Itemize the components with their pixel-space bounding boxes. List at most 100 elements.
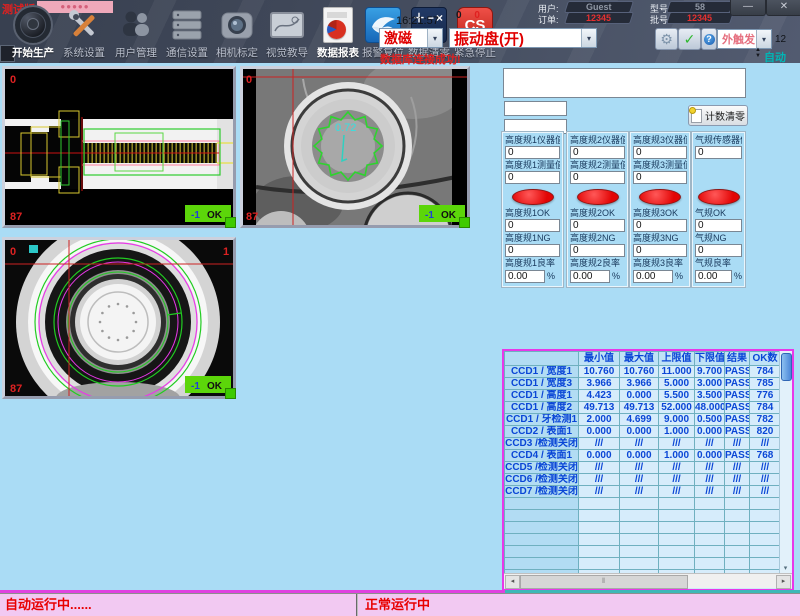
chevron-down-icon[interactable]: ▾ [756,30,771,48]
vibration-combo[interactable]: 振动盘(开) ▾ [449,28,597,48]
table-row[interactable]: CCD1 / 牙检测12.0004.6999.0000.500PASS782 [505,414,781,426]
count-clear-button[interactable]: 计数清零 [688,105,748,126]
toolbar-item-user-management[interactable]: 用户管理 [112,5,160,60]
chevron-down-icon[interactable]: ▾ [427,29,442,47]
status-lamp-red [698,189,740,205]
table-row[interactable]: CCD1 / 宽度33.9663.9665.0003.000PASS785 [505,378,781,390]
camera-view-3[interactable]: 0 1 87 -1 OK [2,237,236,399]
cam2-result-num: -1 [425,210,434,221]
table-cell: 1.000 [659,450,695,462]
gauge-yield-value[interactable]: 0.00 [633,270,673,283]
table-cell [750,510,781,522]
table-row-label [505,510,579,522]
table-cell: /// [620,438,659,450]
gauge-instrument-value[interactable]: 0 [505,146,560,159]
toolbar-item-comm-settings[interactable]: 通信设置 [163,5,211,60]
toolbar-item-data-report[interactable]: 数据报表 [314,5,362,60]
server-icon [163,5,211,45]
vertical-scrollbar[interactable]: ▾ [779,351,792,573]
auto-spinner[interactable]: ▲▼ [755,47,761,59]
table-row[interactable]: CCD1 / 高度249.71349.71352.00048.000PASS78… [505,402,781,414]
minimize-button[interactable]: — [730,0,766,16]
camera-view-2[interactable]: 0.72 0 87 -1 OK [240,66,470,228]
scroll-left-icon[interactable]: ◂ [505,575,520,589]
table-cell [620,522,659,534]
gauge-ng-count[interactable]: 0 [570,244,625,257]
table-row[interactable]: CCD1 / 高度14.4230.0005.5003.500PASS776 [505,390,781,402]
gauge-ng-count[interactable]: 0 [505,244,560,257]
toolbar-item-label: 相机标定 [213,45,261,60]
table-row-label: CCD2 / 表面1 [505,426,579,438]
column-header-upper-limit[interactable]: 上限值 [659,352,695,366]
table-cell: 2.000 [579,414,620,426]
gauge-yield-value[interactable]: 0.00 [570,270,610,283]
resize-handle[interactable] [459,217,470,228]
column-header-ok-count[interactable]: OK数 [750,352,781,366]
gauge-yield-value[interactable]: 0.00 [505,270,545,283]
toolbar-item-vision-teaching[interactable]: 视觉教导 [263,5,311,60]
gauge-measure-value[interactable]: 0 [633,171,687,184]
close-button[interactable]: ✕ [766,0,800,16]
toolbar-item-camera-calibration[interactable]: 相机标定 [213,5,261,60]
gauge-measure-value[interactable]: 0 [505,171,560,184]
gauge-ng-count[interactable]: 0 [633,244,687,257]
resize-handle[interactable] [225,388,236,399]
toolbar-item-system-settings[interactable]: 系统设置 [60,5,108,60]
gauge-ng-count[interactable]: 0 [695,244,742,257]
table-row[interactable] [505,534,781,546]
gauge-label: 高度规3OK [633,208,687,218]
horizontal-scrollbar[interactable]: ◂ ⦀ ▸ [504,573,792,588]
help-button[interactable]: ? [701,28,717,50]
column-header-lower-limit[interactable]: 下限值 [695,352,725,366]
table-cell: 0.000 [579,450,620,462]
gauge-instrument-value[interactable]: 0 [633,146,687,159]
table-row[interactable]: CCD2 / 表面10.0000.0001.0000.000PASS820 [505,426,781,438]
barcode-display-box[interactable] [503,68,746,98]
horizontal-scrollbar-thumb[interactable]: ⦀ [520,575,688,589]
aux-input-1[interactable] [504,101,567,116]
status-lamp-red [577,189,619,205]
table-row[interactable] [505,558,781,570]
gauge-measure-value[interactable]: 0 [570,171,625,184]
gauge-ok-count[interactable]: 0 [505,219,560,232]
table-row[interactable] [505,498,781,510]
excitation-combo[interactable]: 激磁 ▾ [379,28,443,48]
gauge-instrument-value[interactable]: 0 [570,146,625,159]
order-label: 订单: [538,13,559,26]
table-cell: 3.966 [579,378,620,390]
table-row[interactable]: CCD7 /检测关闭////////////////// [505,486,781,498]
column-header-result[interactable]: 结果 [725,352,750,366]
gauge-ok-count[interactable]: 0 [695,219,742,232]
camera-view-1[interactable]: 0 87 -1 OK [2,66,236,228]
toolbar-item-label: 开始生产 [9,45,57,60]
resize-handle[interactable] [225,217,236,228]
table-row[interactable]: CCD5 /检测关闭////////////////// [505,462,781,474]
vertical-scrollbar-thumb[interactable] [781,353,792,381]
gauge-yield-value[interactable]: 0.00 [695,270,732,283]
trigger-combo[interactable]: 外触发 ▾ [717,29,772,49]
gauge-label: 气规传感器值 [695,135,742,145]
table-row[interactable]: CCD1 / 宽度110.76010.76011.0009.700PASS784 [505,366,781,378]
gauge-instrument-value[interactable]: 0 [695,146,742,159]
gauge-ok-count[interactable]: 0 [570,219,625,232]
column-header-min[interactable]: 最小值 [579,352,620,366]
chevron-down-icon[interactable]: ▾ [581,29,596,47]
settings-button[interactable]: ⚙ [655,28,678,50]
column-header-max[interactable]: 最大值 [620,352,659,366]
table-cell: 52.000 [659,402,695,414]
scroll-down-icon[interactable]: ▾ [780,564,791,572]
scroll-right-icon[interactable]: ▸ [776,575,791,589]
table-row[interactable]: CCD3 /检测关闭////////////////// [505,438,781,450]
table-row[interactable] [505,522,781,534]
table-row[interactable] [505,546,781,558]
confirm-button[interactable]: ✓ [678,28,701,50]
table-row[interactable] [505,510,781,522]
toolbar-item-start-production[interactable]: 开始生产 [9,5,57,60]
table-row[interactable]: CCD6 /检测关闭////////////////// [505,474,781,486]
gauge-ok-count[interactable]: 0 [633,219,687,232]
table-cell [579,534,620,546]
gauge-spacer [695,159,742,184]
auto-mode-label: 自动 [764,49,786,65]
table-row[interactable]: CCD4 / 表面10.0000.0001.0000.000PASS768 [505,450,781,462]
cam1-result-ok: OK [207,210,223,221]
